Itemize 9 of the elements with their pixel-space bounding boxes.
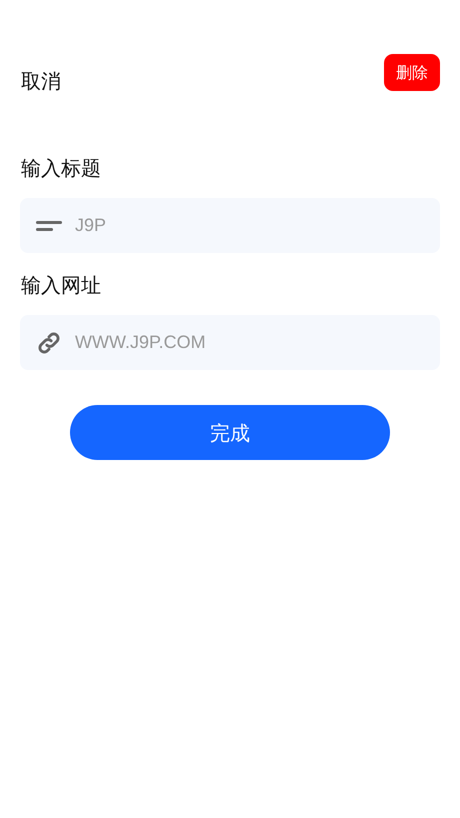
field-label: 输入网址 [21,275,102,295]
link-icon [36,330,62,356]
done-button[interactable]: 完成 [70,405,390,460]
lines-icon [36,218,62,232]
cancel-link[interactable]: 取消 [21,66,61,96]
delete-button[interactable]: 删除 [384,54,440,91]
url-field[interactable]: WWW.J9P.COM [20,315,440,370]
title-field[interactable]: J9P [20,198,440,253]
field-label: 输入标题 [21,158,102,178]
